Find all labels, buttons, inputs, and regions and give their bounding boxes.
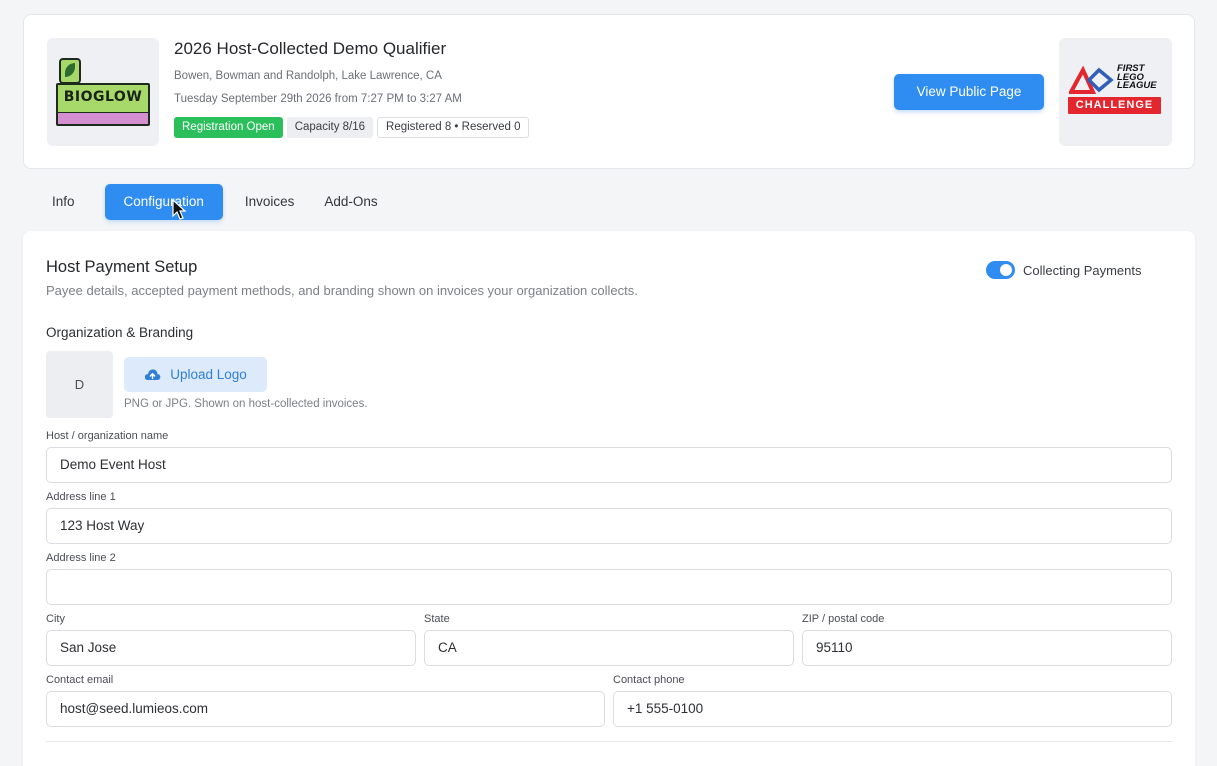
capacity-badge: Capacity 8/16 [286,117,374,138]
event-badges: Registration Open Capacity 8/16 Register… [174,117,530,138]
host-name-input[interactable]: Demo Event Host [46,447,1172,483]
mouse-cursor-icon [172,199,187,220]
tab-info[interactable]: Info [40,184,87,220]
tab-bar: Info Configuration Invoices Add-Ons [40,184,390,220]
toggle-switch[interactable] [986,261,1015,279]
registered-badge: Registered 8 • Reserved 0 [377,117,530,138]
city-label: City [46,613,65,625]
fll-wordmark: FIRST LEGO LEAGUE [1117,63,1157,91]
org-logo-placeholder: D [46,351,113,418]
upload-logo-label: Upload Logo [170,367,247,382]
view-public-page-button[interactable]: View Public Page [894,74,1044,110]
fll-challenge-label: CHALLENGE [1068,97,1161,114]
state-input[interactable]: CA [424,630,794,666]
email-label: Contact email [46,674,114,686]
address2-label: Address line 2 [46,552,116,564]
panel-subtitle: Payee details, accepted payment methods,… [46,283,638,298]
city-input[interactable]: San Jose [46,630,416,666]
section-divider [46,741,1172,742]
host-payment-setup-panel: Host Payment Setup Payee details, accept… [23,231,1195,766]
zip-input[interactable]: 95110 [802,630,1172,666]
event-title: 2026 Host-Collected Demo Qualifier [174,39,447,58]
status-badge: Registration Open [174,117,283,138]
tab-invoices[interactable]: Invoices [233,184,307,220]
season-logo-text: BIOGLOW [63,89,143,105]
tab-configuration[interactable]: Configuration [104,184,223,220]
event-datetime: Tuesday September 29th 2026 from 7:27 PM… [174,93,462,105]
leaf-icon [59,58,81,84]
phone-input[interactable]: +1 555-0100 [613,691,1172,727]
branding-section-title: Organization & Branding [46,325,194,340]
fll-mark-icon [1069,66,1114,94]
program-logo: FIRST LEGO LEAGUE CHALLENGE [1059,38,1172,146]
upload-logo-button[interactable]: Upload Logo [124,357,267,392]
email-input[interactable]: host@seed.lumieos.com [46,691,605,727]
event-location: Bowen, Bowman and Randolph, Lake Lawrenc… [174,70,442,82]
phone-label: Contact phone [613,674,685,686]
toggle-label: Collecting Payments [1023,262,1142,278]
collecting-payments-toggle[interactable]: Collecting Payments [986,261,1142,279]
tab-add-ons[interactable]: Add-Ons [312,184,389,220]
address1-label: Address line 1 [46,491,116,503]
panel-title: Host Payment Setup [46,258,198,276]
address1-input[interactable]: 123 Host Way [46,508,1172,544]
zip-label: ZIP / postal code [802,613,885,625]
event-header-card: BIOGLOW 2026 Host-Collected Demo Qualifi… [23,14,1195,169]
state-label: State [424,613,450,625]
address2-input[interactable] [46,569,1172,605]
season-logo-badge: BIOGLOW [56,83,150,126]
upload-hint: PNG or JPG. Shown on host-collected invo… [124,398,368,410]
host-name-label: Host / organization name [46,430,169,442]
cloud-upload-icon [145,369,161,380]
season-logo: BIOGLOW [47,38,159,146]
